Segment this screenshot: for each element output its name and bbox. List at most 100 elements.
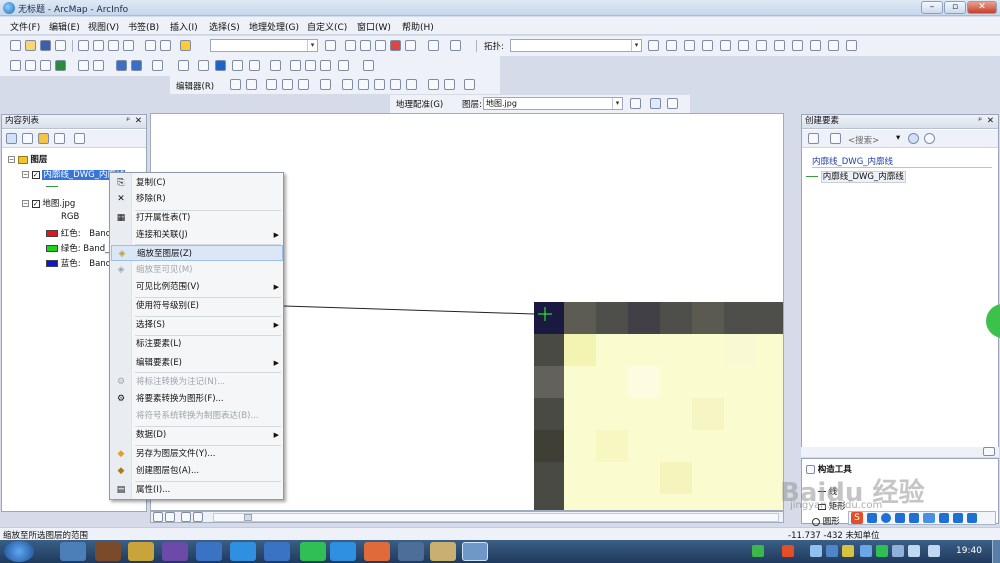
ime-skin-icon[interactable] [939,513,949,523]
list-by-drawing-order-icon[interactable] [6,133,17,144]
pan-icon[interactable] [40,60,51,71]
view-link-table-icon[interactable] [667,98,678,109]
forward-icon[interactable] [131,60,142,71]
network-icon[interactable] [908,545,920,557]
taskbar-app-icon[interactable] [230,542,256,561]
find-icon[interactable] [290,60,301,71]
sogou-icon[interactable]: S [851,512,863,524]
tray-icon[interactable] [842,545,854,557]
add-control-points-icon[interactable] [650,98,661,109]
tray-icon[interactable] [826,545,838,557]
edit-vertices-icon[interactable] [342,79,353,90]
clear-selection-icon[interactable] [178,60,189,71]
menu-help[interactable]: 帮助(H) [402,20,434,33]
rotate-icon[interactable] [406,79,417,90]
menu-item-label-features[interactable]: 标注要素(L) [111,336,283,352]
tray-icon[interactable] [782,545,794,557]
menu-view[interactable]: 视图(V) [88,20,119,33]
scale-combo[interactable]: ▾ [210,39,318,52]
point-icon[interactable] [320,79,331,90]
menu-edit[interactable]: 编辑(E) [49,20,80,33]
template-filter-icon[interactable] [830,133,841,144]
taskbar-app-icon[interactable] [196,542,222,561]
model-builder-icon[interactable] [428,40,439,51]
list-by-selection-icon[interactable] [54,133,65,144]
time-slider-icon[interactable] [338,60,349,71]
select-elements-icon[interactable] [198,60,209,71]
splitter-grip-icon[interactable] [983,447,995,456]
print-icon[interactable] [55,40,66,51]
save-icon[interactable] [40,40,51,51]
toc-window-icon[interactable] [345,40,356,51]
select-features-icon[interactable] [152,60,163,71]
layer-name[interactable]: 地图.jpg [42,199,75,209]
toc-root[interactable]: − 图层 [8,153,47,165]
toc-layer-raster[interactable]: − ✓ 地图.jpg [22,197,75,209]
edit-annotation-icon[interactable] [246,79,257,90]
html-popup-icon[interactable] [249,60,260,71]
ime-keyboard-icon[interactable] [923,513,935,523]
topology-edit-icon[interactable] [666,40,677,51]
menu-bookmarks[interactable]: 书签(B) [128,20,159,33]
chevron-down-icon[interactable]: ▾ [896,133,900,143]
editor-menu[interactable]: 编辑器(R) [176,80,214,92]
undo-icon[interactable] [145,40,156,51]
menu-item-joins-relates[interactable]: 连接和关联(J) ▶ [111,227,283,243]
pin-icon[interactable]: ᵖ [978,115,982,128]
tray-icon[interactable] [892,545,904,557]
attributes-icon[interactable] [428,79,439,90]
sketch-properties-icon[interactable] [444,79,455,90]
taskbar-app-icon[interactable] [398,542,424,561]
zoom-out-icon[interactable] [25,60,36,71]
refresh-icon[interactable] [181,512,191,522]
add-data-icon[interactable] [180,40,191,51]
python-window-icon[interactable] [405,40,416,51]
tray-icon[interactable] [876,545,888,557]
menu-item-convert-features[interactable]: ⚙ 将要素转换为图形(F)... [111,391,283,407]
topology-edit-icon[interactable] [738,40,749,51]
menu-insert[interactable]: 插入(I) [170,20,198,33]
trace-icon[interactable] [298,79,309,90]
menu-item-copy[interactable]: ⎘ 复制(C) [111,175,283,191]
menu-item-visible-scale-range[interactable]: 可见比例范围(V) ▶ [111,279,283,295]
ime-mode-icon[interactable] [867,513,877,523]
cut-icon[interactable] [78,40,89,51]
close-button[interactable]: ✕ [967,1,997,14]
menu-item-edit-features[interactable]: 编辑要素(E) ▶ [111,355,283,371]
cut-polygons-icon[interactable] [374,79,385,90]
find-route-icon[interactable] [305,60,316,71]
topology-tool-icon[interactable] [648,40,659,51]
start-button-icon[interactable] [4,541,34,562]
redo-icon[interactable] [160,40,171,51]
reshape-icon[interactable] [358,79,369,90]
edit-tool-icon[interactable] [230,79,241,90]
tray-icon[interactable] [752,545,764,557]
menu-selection[interactable]: 选择(S) [209,20,240,33]
ime-settings-icon[interactable] [967,513,977,523]
taskbar-app-icon[interactable] [330,542,356,561]
menu-item-save-as-layer-file[interactable]: ◆ 另存为图层文件(Y)... [111,446,283,462]
catalog-window-icon[interactable] [360,40,371,51]
paste-icon[interactable] [108,40,119,51]
maximize-button[interactable]: ▫ [944,1,966,14]
topology-edit-icon[interactable] [774,40,785,51]
hyperlink-icon[interactable] [232,60,243,71]
open-icon[interactable] [25,40,36,51]
new-icon[interactable] [10,40,21,51]
layer-visibility-checkbox[interactable]: ✓ [31,199,40,208]
menu-windows[interactable]: 窗口(W) [357,20,391,33]
taskbar-app-icon[interactable] [430,542,456,561]
search-window-icon[interactable] [375,40,386,51]
tray-icon[interactable] [810,545,822,557]
menu-geoprocessing[interactable]: 地理处理(G) [249,20,299,33]
taskbar-app-icon[interactable] [60,542,86,561]
scrollbar-thumb[interactable] [244,514,252,521]
endpoint-arc-icon[interactable] [282,79,293,90]
taskbar-app-icon[interactable] [162,542,188,561]
data-view-icon[interactable] [153,512,163,522]
menu-item-zoom-to-layer[interactable]: ◈ 缩放至图层(Z) [111,245,283,261]
feature-template-item[interactable]: 内廓线_DWG_内廓线 [806,170,906,183]
collapse-icon[interactable]: − [22,171,29,178]
list-by-visibility-icon[interactable] [38,133,49,144]
georef-layer-combo[interactable]: 地图.jpg ▾ [483,97,623,110]
